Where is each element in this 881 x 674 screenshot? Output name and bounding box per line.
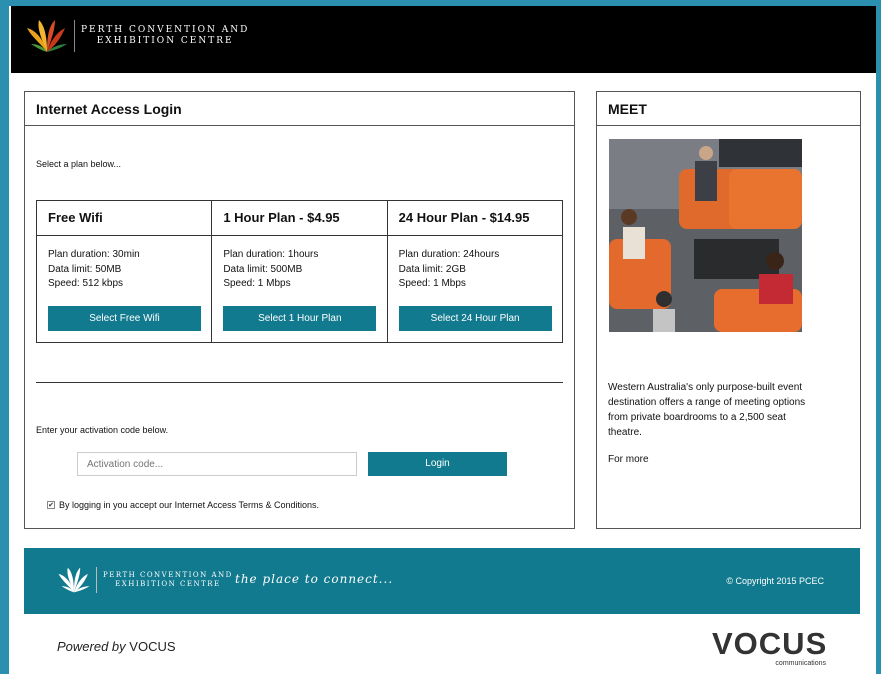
frame-left <box>0 0 9 674</box>
plan-name: Free Wifi <box>37 201 212 236</box>
logo-line-1: PERTH CONVENTION AND <box>81 25 250 35</box>
logo-line-2: EXHIBITION CENTRE <box>96 36 234 46</box>
plan-table: Free Wifi Plan duration: 30min Data limi… <box>36 200 563 343</box>
select-24-hour-plan-button[interactable]: Select 24 Hour Plan <box>398 306 552 331</box>
vocus-logo[interactable]: VOCUS communications <box>712 628 830 670</box>
plan-intro: Select a plan below... <box>36 159 122 169</box>
terms-row: ✔ By logging in you accept our Internet … <box>47 500 319 510</box>
frame-right <box>876 0 881 674</box>
meeting-photo <box>609 139 802 332</box>
activation-code-input[interactable] <box>77 452 357 476</box>
activation-label: Enter your activation code below. <box>36 425 169 435</box>
pcec-logo[interactable]: PERTH CONVENTION AND EXHIBITION CENTRE <box>25 16 249 56</box>
plan-1-hour: 1 Hour Plan - $4.95 Plan duration: 1hour… <box>212 201 388 342</box>
plan-data-limit: Data limit: 500MB <box>223 263 303 275</box>
plan-free-wifi: Free Wifi Plan duration: 30min Data limi… <box>37 201 213 342</box>
logo-text: PERTH CONVENTION AND EXHIBITION CENTRE <box>81 25 249 47</box>
powered-brand: VOCUS <box>129 639 176 654</box>
logo-divider <box>96 567 97 593</box>
powered-by: Powered by VOCUS <box>57 639 176 654</box>
plan-speed: Speed: 512 kbps <box>48 278 124 289</box>
flower-logo-icon <box>58 567 90 593</box>
site-header: PERTH CONVENTION AND EXHIBITION CENTRE <box>11 6 876 73</box>
plan-duration: Plan duration: 30min <box>48 249 140 260</box>
copyright-text: © Copyright 2015 PCEC <box>726 576 824 586</box>
section-divider <box>36 382 563 383</box>
logo-divider <box>74 20 75 52</box>
site-footer: PERTH CONVENTION AND EXHIBITION CENTRE t… <box>24 548 860 614</box>
select-free-wifi-button[interactable]: Select Free Wifi <box>48 306 201 331</box>
internet-login-panel: Internet Access Login Select a plan belo… <box>24 91 575 529</box>
logo-text: PERTH CONVENTION AND EXHIBITION CENTRE <box>103 571 233 589</box>
panel-title: Internet Access Login <box>25 92 574 126</box>
plan-speed: Speed: 1 Mbps <box>223 278 291 289</box>
for-more-link[interactable]: For more <box>608 454 649 465</box>
select-1-hour-plan-button[interactable]: Select 1 Hour Plan <box>223 306 377 331</box>
logo-line-2: EXHIBITION CENTRE <box>115 580 221 588</box>
plan-speed: Speed: 1 Mbps <box>398 278 466 289</box>
plan-24-hour: 24 Hour Plan - $14.95 Plan duration: 24h… <box>387 201 562 342</box>
vocus-subtitle: communications <box>775 660 826 667</box>
plan-name: 1 Hour Plan - $4.95 <box>212 201 387 236</box>
plan-duration: Plan duration: 24hours <box>398 249 500 260</box>
flower-logo-icon <box>27 20 67 52</box>
plan-duration: Plan duration: 1hours <box>223 249 319 260</box>
plan-name: 24 Hour Plan - $14.95 <box>387 201 562 236</box>
terms-text: By logging in you accept our Internet Ac… <box>59 500 319 510</box>
login-button[interactable]: Login <box>368 452 507 476</box>
meet-description: Western Australia's only purpose-built e… <box>608 382 806 438</box>
meet-panel: MEET Western Australia's only purpose-bu… <box>596 91 861 529</box>
vocus-wordmark: VOCUS <box>712 626 828 661</box>
panel-title: MEET <box>597 92 860 126</box>
terms-checkbox[interactable]: ✔ <box>47 501 55 509</box>
footer-logo[interactable]: PERTH CONVENTION AND EXHIBITION CENTRE <box>57 566 233 594</box>
plan-data-limit: Data limit: 2GB <box>398 263 466 275</box>
plan-details: Plan duration: 30min Data limit: 50MB Sp… <box>37 236 211 292</box>
powered-prefix: Powered by <box>57 639 126 654</box>
plan-details: Plan duration: 24hours Data limit: 2GB S… <box>388 236 562 292</box>
logo-line-1: PERTH CONVENTION AND <box>103 571 233 579</box>
plan-data-limit: Data limit: 50MB <box>48 263 122 275</box>
plan-details: Plan duration: 1hours Data limit: 500MB … <box>212 236 386 292</box>
footer-tagline: the place to connect... <box>235 572 394 586</box>
